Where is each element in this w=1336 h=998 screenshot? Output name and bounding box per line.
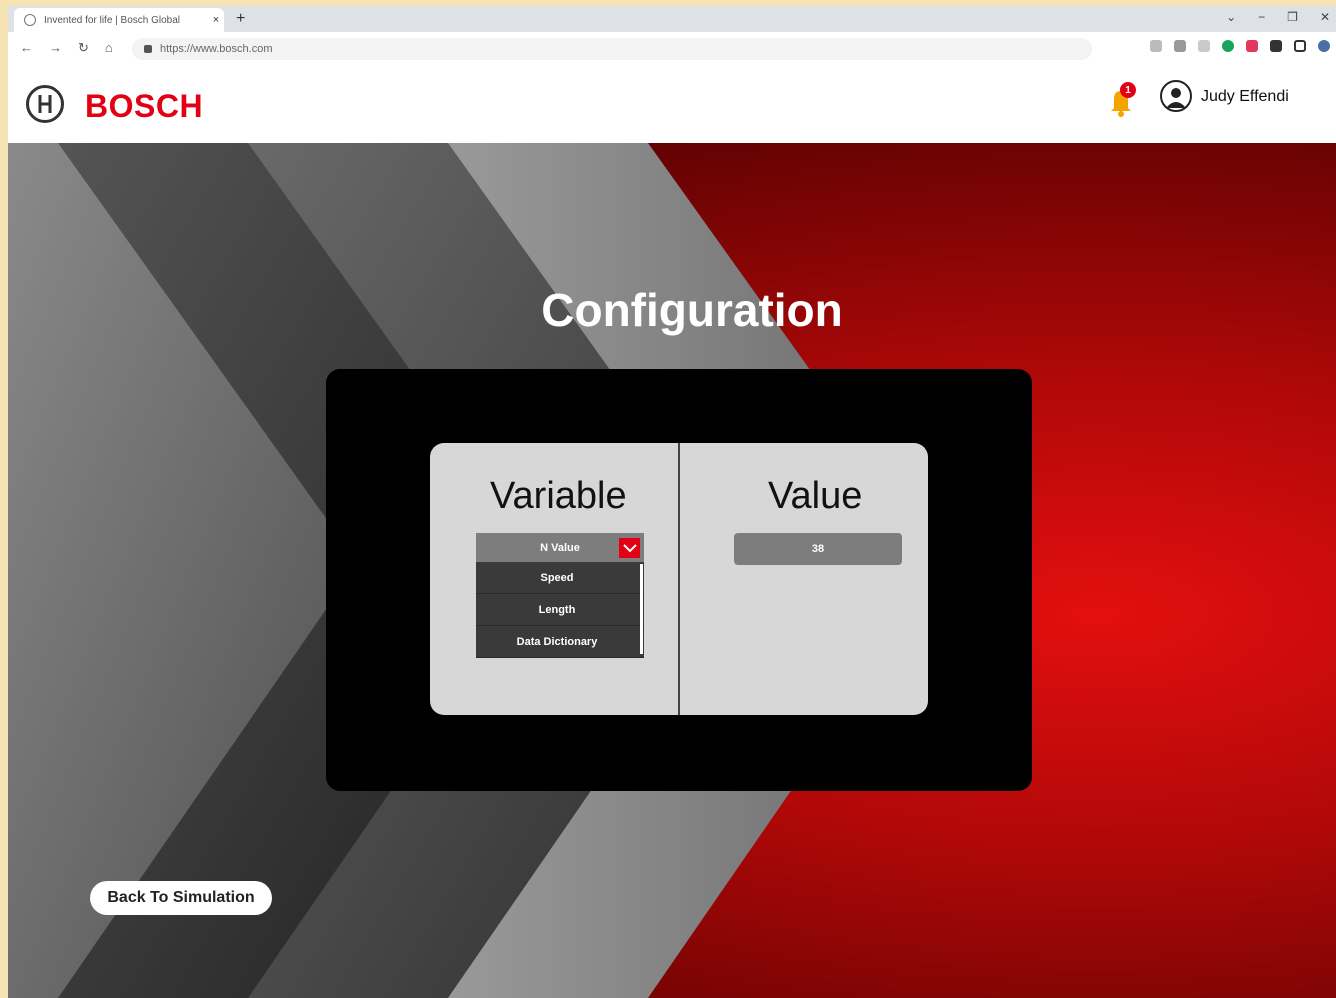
- address-bar[interactable]: https://www.bosch.com: [132, 38, 1092, 60]
- window-controls: ⌄ − ❐ ✕: [1226, 10, 1330, 24]
- back-nav-button[interactable]: ←: [20, 40, 33, 56]
- close-window-button[interactable]: ✕: [1320, 10, 1330, 24]
- share-icon[interactable]: [1150, 40, 1162, 52]
- extension-icon[interactable]: [1198, 40, 1210, 52]
- home-button[interactable]: ⌂: [105, 40, 113, 56]
- dropdown-option-length[interactable]: Length: [476, 594, 644, 626]
- tab-title: Invented for life | Bosch Global: [44, 14, 181, 26]
- tab-close-icon[interactable]: ×: [208, 14, 224, 26]
- globe-icon: [24, 14, 36, 26]
- column-divider: [678, 443, 680, 715]
- dropdown-list: Speed Length Data Dictionary: [476, 562, 644, 658]
- variable-dropdown[interactable]: N Value Speed Length Data Dictionary: [476, 533, 644, 658]
- brand-name[interactable]: BOSCH: [85, 88, 203, 125]
- grammarly-icon[interactable]: [1222, 40, 1234, 52]
- dropdown-selected[interactable]: N Value: [476, 533, 644, 562]
- new-tab-button[interactable]: +: [236, 10, 245, 28]
- minimize-button[interactable]: −: [1258, 10, 1265, 24]
- notification-badge: 1: [1120, 82, 1136, 98]
- extension-red-icon[interactable]: [1246, 40, 1258, 52]
- lock-icon: [144, 45, 152, 53]
- browser-toolbar: ← → ↻ ⌂ https://www.bosch.com: [8, 32, 1336, 67]
- value-heading: Value: [768, 475, 863, 517]
- restore-button[interactable]: ❐: [1287, 10, 1298, 24]
- side-panel-icon[interactable]: [1294, 40, 1306, 52]
- extensions-bar: [1150, 40, 1330, 52]
- site-header: BOSCH 1 Judy Effendi: [8, 66, 1336, 143]
- user-icon[interactable]: [1160, 80, 1192, 112]
- back-to-simulation-button[interactable]: Back To Simulation: [90, 881, 272, 915]
- main-content: Configuration Variable Value N Value Spe…: [8, 143, 1336, 998]
- value-field[interactable]: 38: [734, 533, 902, 565]
- config-panel: Variable Value N Value Speed Length Data…: [326, 369, 1032, 791]
- profile-icon[interactable]: [1318, 40, 1330, 52]
- user-name[interactable]: Judy Effendi: [1201, 88, 1289, 106]
- dropdown-scrollbar[interactable]: [640, 564, 643, 654]
- browser-window: Invented for life | Bosch Global × + ⌄ −…: [8, 6, 1336, 998]
- forward-nav-button[interactable]: →: [49, 40, 62, 56]
- dropdown-option-speed[interactable]: Speed: [476, 562, 644, 594]
- variable-heading: Variable: [490, 475, 627, 517]
- url-text: https://www.bosch.com: [160, 43, 273, 55]
- tab-strip: Invented for life | Bosch Global × + ⌄ −…: [8, 6, 1336, 32]
- config-card: Variable Value N Value Speed Length Data…: [430, 443, 928, 715]
- dropdown-selected-label: N Value: [540, 541, 580, 554]
- browser-tab[interactable]: Invented for life | Bosch Global ×: [14, 8, 224, 32]
- puzzle-icon[interactable]: [1270, 40, 1282, 52]
- chevron-down-icon[interactable]: [619, 538, 640, 558]
- bosch-logo-icon[interactable]: [26, 85, 64, 123]
- dropdown-option-data-dictionary[interactable]: Data Dictionary: [476, 626, 644, 658]
- tab-search-icon[interactable]: ⌄: [1226, 10, 1236, 24]
- page-title: Configuration: [541, 284, 843, 336]
- star-icon[interactable]: [1174, 40, 1186, 52]
- reload-button[interactable]: ↻: [78, 40, 89, 56]
